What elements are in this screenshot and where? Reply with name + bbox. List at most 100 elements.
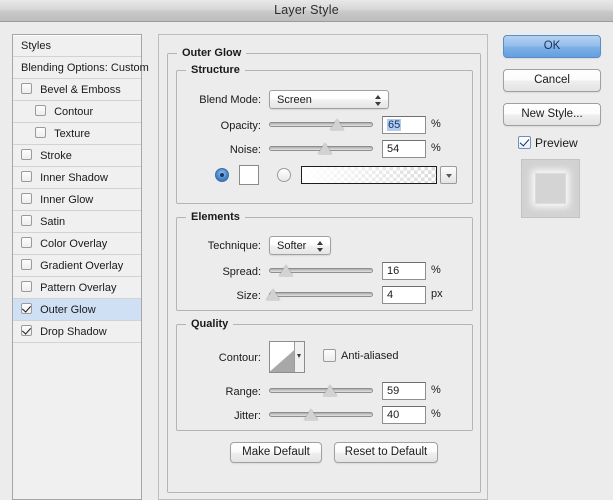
checkbox-texture[interactable] [35, 127, 46, 138]
styles-list-panel[interactable]: Styles Blending Options: Custom Bevel & … [12, 34, 142, 500]
opacity-slider[interactable] [269, 118, 373, 132]
checkbox-stroke[interactable] [21, 149, 32, 160]
checkbox-gradient-overlay[interactable] [21, 259, 32, 270]
list-item-label: Outer Glow [40, 304, 96, 316]
technique-label: Technique: [185, 240, 261, 252]
reset-to-default-button[interactable]: Reset to Default [334, 442, 438, 463]
range-label: Range: [185, 386, 261, 398]
checkbox-outer-glow[interactable] [21, 303, 32, 314]
checkbox-bevel-emboss[interactable] [21, 83, 32, 94]
chevron-updown-icon [317, 240, 324, 253]
anti-aliased-checkbox[interactable] [323, 349, 336, 362]
styles-list-item-inner-shadow[interactable]: Inner Shadow [13, 167, 141, 189]
list-item-label: Gradient Overlay [40, 260, 123, 272]
list-item-label: Satin [40, 216, 65, 228]
radio-color-fill[interactable] [215, 168, 229, 182]
opacity-value: 65 [387, 119, 401, 131]
list-item-label: Stroke [40, 150, 72, 162]
styles-list-item-blending-options[interactable]: Blending Options: Custom [13, 57, 141, 79]
spread-input[interactable]: 16 [382, 262, 426, 280]
list-item-label: Contour [54, 106, 93, 118]
slider-track [269, 122, 373, 127]
preview-checkbox[interactable] [518, 136, 531, 149]
spread-slider[interactable] [269, 264, 373, 278]
checkbox-inner-glow[interactable] [21, 193, 32, 204]
noise-unit: % [431, 142, 441, 154]
new-style-button[interactable]: New Style... [503, 103, 601, 126]
slider-thumb[interactable] [330, 119, 344, 132]
list-item-label: Drop Shadow [40, 326, 107, 338]
styles-list-item-gradient-overlay[interactable]: Gradient Overlay [13, 255, 141, 277]
outer-glow-group: Outer Glow Structure Blend Mode: Screen … [167, 53, 481, 493]
styles-list-item-pattern-overlay[interactable]: Pattern Overlay [13, 277, 141, 299]
noise-slider[interactable] [269, 142, 373, 156]
gradient-preview-swatch[interactable] [301, 166, 437, 184]
glow-color-swatch[interactable] [239, 165, 259, 185]
styles-list-item-stroke[interactable]: Stroke [13, 145, 141, 167]
jitter-slider[interactable] [269, 408, 373, 422]
styles-list-item-outer-glow[interactable]: Outer Glow [13, 299, 141, 321]
jitter-input[interactable]: 40 [382, 406, 426, 424]
jitter-unit: % [431, 408, 441, 420]
jitter-label: Jitter: [185, 410, 261, 422]
styles-list-item-drop-shadow[interactable]: Drop Shadow [13, 321, 141, 343]
quality-group-title: Quality [186, 318, 233, 330]
slider-thumb[interactable] [266, 289, 280, 302]
blend-mode-select[interactable]: Screen [269, 90, 389, 109]
range-input[interactable]: 59 [382, 382, 426, 400]
technique-select[interactable]: Softer [269, 236, 331, 255]
contour-preset-picker[interactable] [269, 341, 305, 373]
structure-group: Structure Blend Mode: Screen Opacity: 65… [176, 70, 473, 204]
preview-glow-shape [535, 173, 566, 204]
list-item-label: Color Overlay [40, 238, 107, 250]
checkbox-drop-shadow[interactable] [21, 325, 32, 336]
technique-value: Softer [277, 240, 306, 252]
checkbox-pattern-overlay[interactable] [21, 281, 32, 292]
ok-button[interactable]: OK [503, 35, 601, 58]
list-item-label: Texture [54, 128, 90, 140]
styles-list-item-color-overlay[interactable]: Color Overlay [13, 233, 141, 255]
slider-track [269, 388, 373, 393]
styles-list-item-satin[interactable]: Satin [13, 211, 141, 233]
cancel-button[interactable]: Cancel [503, 69, 601, 92]
window-title: Layer Style [0, 3, 613, 17]
chevron-down-icon[interactable] [294, 342, 304, 372]
checkbox-inner-shadow[interactable] [21, 171, 32, 182]
slider-thumb[interactable] [323, 385, 337, 398]
list-item-label: Blending Options: Custom [21, 62, 149, 74]
list-item-label: Bevel & Emboss [40, 84, 121, 96]
dialog-body: Styles Blending Options: Custom Bevel & … [0, 22, 613, 500]
anti-aliased-label: Anti-aliased [341, 350, 431, 362]
radio-gradient-fill[interactable] [277, 168, 291, 182]
blend-mode-label: Blend Mode: [185, 94, 261, 106]
spread-unit: % [431, 264, 441, 276]
spread-label: Spread: [185, 266, 261, 278]
size-label: Size: [185, 290, 261, 302]
size-input[interactable]: 4 [382, 286, 426, 304]
checkbox-satin[interactable] [21, 215, 32, 226]
slider-thumb[interactable] [279, 265, 293, 278]
slider-thumb[interactable] [318, 143, 332, 156]
styles-list-item-contour[interactable]: Contour [13, 101, 141, 123]
structure-group-title: Structure [186, 64, 245, 76]
noise-label: Noise: [185, 144, 261, 156]
gradient-picker-dropdown[interactable] [440, 166, 457, 184]
noise-input[interactable]: 54 [382, 140, 426, 158]
range-slider[interactable] [269, 384, 373, 398]
checkbox-contour[interactable] [35, 105, 46, 116]
slider-thumb[interactable] [304, 409, 318, 422]
make-default-button[interactable]: Make Default [230, 442, 322, 463]
styles-list-item-bevel-emboss[interactable]: Bevel & Emboss [13, 79, 141, 101]
checkbox-color-overlay[interactable] [21, 237, 32, 248]
list-item-label: Inner Shadow [40, 172, 108, 184]
styles-list-item-styles[interactable]: Styles [13, 35, 141, 57]
preview-label: Preview [535, 136, 578, 150]
styles-list-item-texture[interactable]: Texture [13, 123, 141, 145]
elements-group-title: Elements [186, 211, 245, 223]
size-slider[interactable] [269, 288, 373, 302]
blend-mode-value: Screen [277, 94, 312, 106]
window-titlebar[interactable]: Layer Style [0, 0, 613, 22]
size-unit: px [431, 288, 443, 300]
styles-list-item-inner-glow[interactable]: Inner Glow [13, 189, 141, 211]
opacity-input[interactable]: 65 [382, 116, 426, 134]
